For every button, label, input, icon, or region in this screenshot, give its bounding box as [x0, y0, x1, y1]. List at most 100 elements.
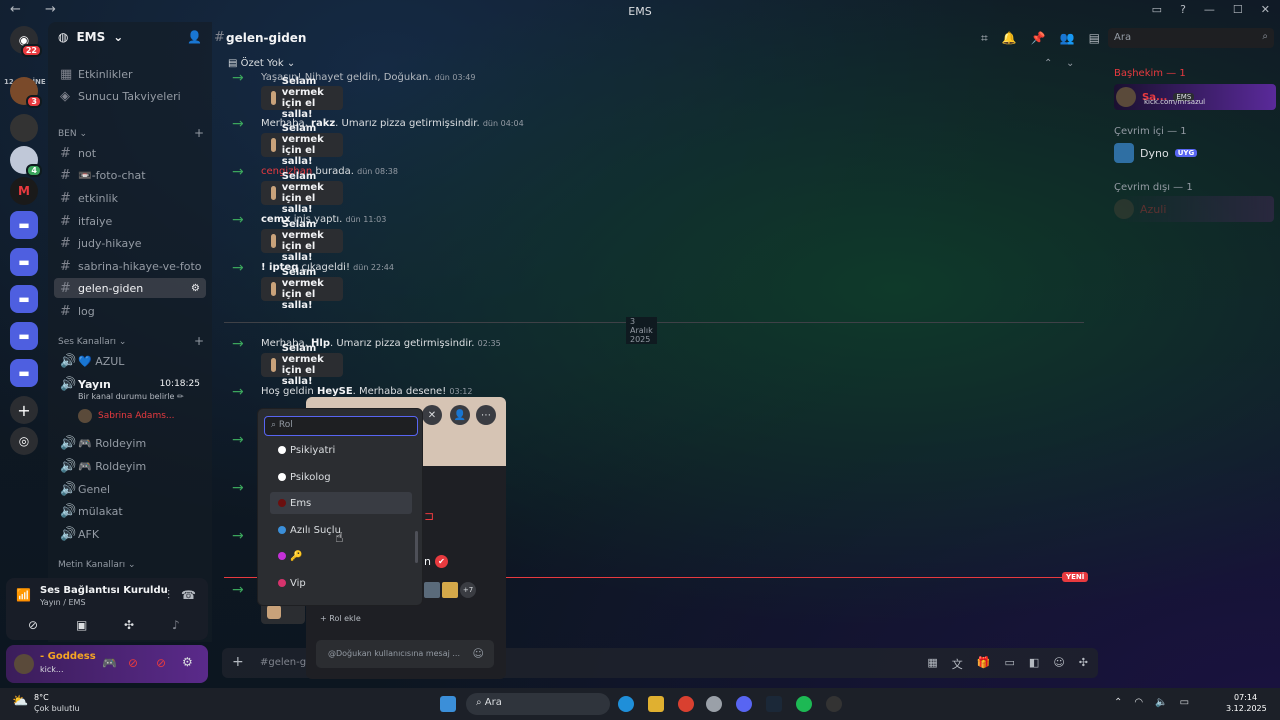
close-button[interactable]: ✕: [1261, 3, 1270, 16]
channel-item[interactable]: # log: [54, 301, 206, 321]
sidebar-item-boosts[interactable]: ◈ Sunucu Takviyeleri: [54, 86, 206, 106]
wave-button[interactable]: Selam vermek için el salla!: [261, 171, 344, 215]
server-name[interactable]: ◍ EMS ⌄: [58, 30, 123, 44]
inbox-icon[interactable]: ▭: [1152, 3, 1162, 16]
maximize-button[interactable]: ☐: [1233, 3, 1243, 16]
explorer-icon[interactable]: [648, 696, 664, 712]
server-icon[interactable]: 4: [10, 146, 42, 177]
invite-icon[interactable]: 👤: [187, 30, 202, 44]
minimize-button[interactable]: —: [1204, 3, 1215, 16]
channel-item[interactable]: # sabrina-hikaye-ve-foto: [54, 256, 206, 276]
folder-icon[interactable]: ▬: [10, 248, 38, 276]
add-server-icon[interactable]: +: [10, 396, 38, 424]
folder-icon[interactable]: ▬: [10, 359, 38, 387]
deafen-icon[interactable]: ⊘: [156, 656, 166, 670]
voice-channel-item[interactable]: 🔊 AFK: [54, 524, 206, 544]
members-icon[interactable]: 👥: [1060, 31, 1075, 46]
add-friend-icon[interactable]: 👤: [450, 405, 470, 425]
discord-icon[interactable]: [736, 696, 752, 712]
channel-item[interactable]: # judy-hikaye: [54, 233, 206, 253]
role-option[interactable]: Psikolog: [270, 466, 412, 488]
sticker-icon[interactable]: ◧: [1029, 656, 1039, 672]
gif-icon[interactable]: ▭: [1005, 656, 1015, 672]
wave-button[interactable]: Selam vermek için el salla!: [261, 123, 344, 167]
bell-icon[interactable]: 🔔: [1002, 31, 1017, 46]
voice-channel-item[interactable]: 🔊 Genel: [54, 479, 206, 499]
weather-temp[interactable]: 8°C: [34, 693, 49, 702]
channel-item[interactable]: # itfaiye: [54, 211, 206, 231]
weather-text[interactable]: Çok bulutlu: [34, 704, 80, 713]
voice-status[interactable]: Bir kanal durumu belirle ✏: [78, 392, 184, 401]
settings-icon[interactable]: [706, 696, 722, 712]
wave-button[interactable]: Selam vermek için el salla!: [261, 267, 344, 311]
folder-icon[interactable]: ▬: [10, 285, 38, 313]
help-icon[interactable]: ?: [1180, 3, 1186, 16]
wave-button[interactable]: Selam vermek için el salla!: [261, 76, 344, 120]
chrome-icon[interactable]: [678, 696, 694, 712]
voice-channel-item[interactable]: 🔊 🎮 Roldeyim: [54, 433, 206, 453]
channel-item[interactable]: # etkinlik: [54, 188, 206, 208]
chevron-up-icon[interactable]: ⌃: [1114, 697, 1122, 708]
inbox-icon[interactable]: ▤: [1089, 31, 1100, 46]
folder-icon[interactable]: ▬: [10, 211, 38, 239]
volume-icon[interactable]: 🔈: [1155, 697, 1167, 708]
app-icon[interactable]: [826, 696, 842, 712]
pin-icon[interactable]: 📌: [1031, 31, 1046, 46]
spotify-icon[interactable]: [796, 696, 812, 712]
chevron-up-icon[interactable]: ⌃: [1044, 58, 1052, 69]
role-option[interactable]: 🔑: [270, 545, 412, 567]
emoji-icon[interactable]: ☺: [473, 647, 484, 660]
badge-icon[interactable]: [442, 582, 458, 598]
steam-icon[interactable]: [766, 696, 782, 712]
gift-icon[interactable]: 🎁: [977, 656, 991, 672]
sidebar-item-events[interactable]: ▦ Etkinlikler: [54, 64, 206, 84]
battery-icon[interactable]: ▭: [1180, 697, 1189, 708]
threads-icon[interactable]: ⌗: [981, 31, 988, 46]
noise-icon[interactable]: ⫶: [167, 588, 170, 603]
channel-item[interactable]: # 📼-foto-chat: [54, 165, 206, 185]
add-attachment-icon[interactable]: +: [232, 654, 244, 670]
add-role-button[interactable]: + Rol ekle: [320, 614, 361, 623]
voice-channel-item[interactable]: 🔊 💙 AZUL: [54, 351, 206, 371]
translate-icon[interactable]: 文: [952, 656, 963, 672]
member-item[interactable]: Dyno UYG: [1114, 140, 1274, 166]
wave-button[interactable]: Selam vermek için el salla!: [261, 219, 344, 263]
start-icon[interactable]: [440, 696, 456, 712]
dm-home-button[interactable]: ◉ 22: [10, 26, 42, 57]
category-ben[interactable]: BEN ⌄: [58, 129, 87, 139]
discover-icon[interactable]: ◎: [10, 427, 38, 455]
dm-input[interactable]: @Doğukan kullanıcısına mesaj ... ☺: [316, 640, 494, 668]
mic-muted-icon[interactable]: ⊘: [128, 656, 138, 670]
channel-item[interactable]: # not: [54, 143, 206, 163]
screen-share-icon[interactable]: ▣: [76, 618, 87, 632]
wave-button[interactable]: Selam vermek için el salla!: [261, 343, 344, 387]
apps-icon[interactable]: ✣: [1079, 656, 1088, 672]
role-search-input[interactable]: ⌕ Rol: [264, 416, 418, 436]
clock-time[interactable]: 07:14: [1234, 693, 1257, 702]
search-input[interactable]: Ara ⌕: [1108, 28, 1274, 48]
taskbar-search[interactable]: ⌕ Ara: [466, 693, 610, 715]
user-name[interactable]: - Goddess: [40, 651, 96, 662]
mute-icon[interactable]: ✕: [422, 405, 442, 425]
folder-icon[interactable]: ▬: [10, 322, 38, 350]
camera-off-icon[interactable]: ⊘: [28, 618, 38, 632]
role-option[interactable]: Psikiyatri: [270, 439, 412, 461]
settings-icon[interactable]: ⚙: [191, 283, 200, 294]
activities-icon[interactable]: ✣: [124, 618, 134, 632]
edge-icon[interactable]: [618, 696, 634, 712]
disconnect-icon[interactable]: ☎: [181, 588, 196, 602]
more-badges[interactable]: +7: [460, 582, 476, 598]
calendar-icon[interactable]: ▦: [927, 656, 937, 672]
role-option[interactable]: Vip: [270, 572, 412, 594]
member-item[interactable]: Azuli: [1114, 196, 1274, 222]
voice-channel-item[interactable]: 🔊 🎮 Roldeyim: [54, 456, 206, 476]
channel-item-active[interactable]: # gelen-giden ⚙: [54, 278, 206, 298]
category-voice[interactable]: Ses Kanalları ⌄: [58, 337, 126, 347]
settings-icon[interactable]: ⚙: [182, 655, 193, 669]
add-channel-icon[interactable]: +: [194, 126, 204, 140]
server-icon[interactable]: 3: [10, 77, 42, 108]
avatar[interactable]: [14, 654, 34, 674]
server-icon[interactable]: [10, 114, 38, 142]
voice-channel-item[interactable]: 🔊 Yayın 10:18:25: [54, 374, 206, 394]
soundboard-icon[interactable]: ♪: [172, 618, 180, 632]
